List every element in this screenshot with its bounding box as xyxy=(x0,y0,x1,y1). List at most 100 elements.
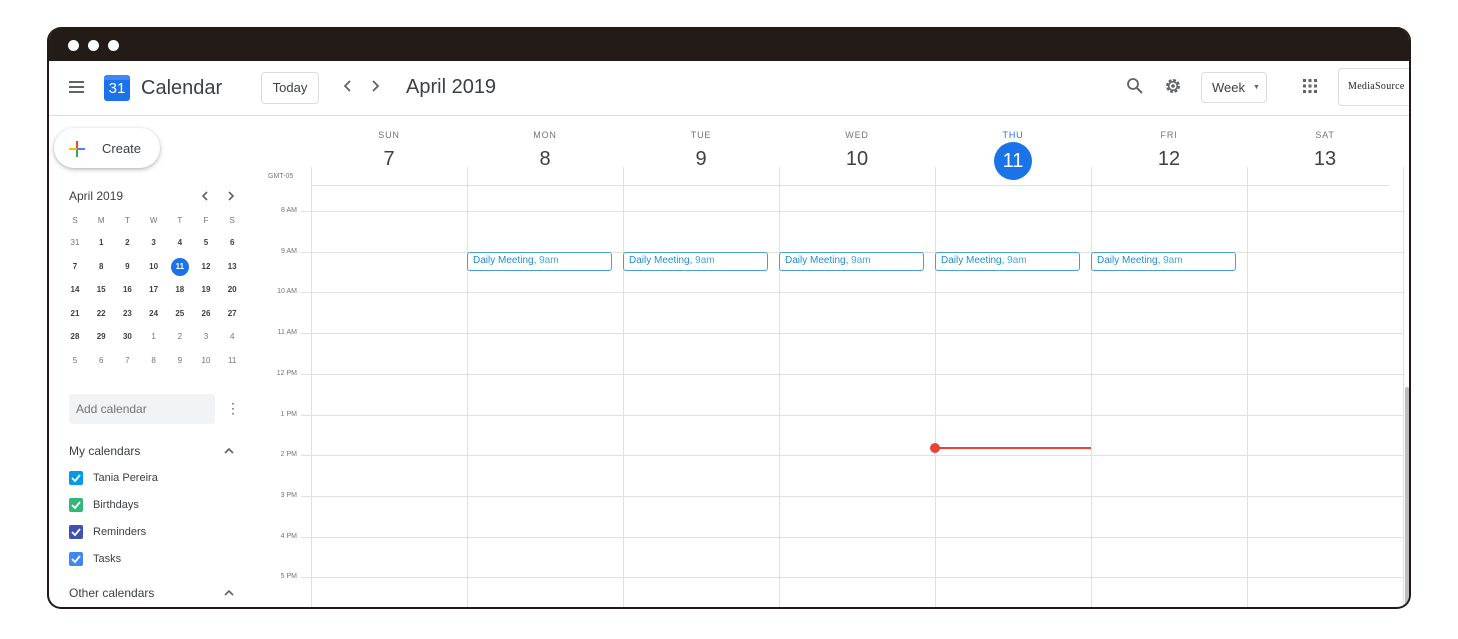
day-number[interactable]: 8 xyxy=(467,148,623,171)
mini-calendar-day[interactable]: 10 xyxy=(145,258,163,276)
hour-gridline xyxy=(301,373,1403,375)
mini-weekday-header: F xyxy=(203,216,209,225)
mini-calendar-day[interactable]: 22 xyxy=(92,305,110,323)
view-selector-dropdown[interactable]: Week ▼ xyxy=(1201,72,1267,103)
mini-calendar-day[interactable]: 6 xyxy=(223,234,241,252)
event-daily-meeting[interactable]: Daily Meeting, 9am xyxy=(935,252,1080,271)
mini-next-month-icon[interactable] xyxy=(226,189,236,208)
event-daily-meeting[interactable]: Daily Meeting, 9am xyxy=(623,252,768,271)
mini-calendar-day[interactable]: 2 xyxy=(171,328,189,346)
mini-calendar-day[interactable]: 14 xyxy=(66,281,84,299)
day-number[interactable]: 12 xyxy=(1091,148,1247,171)
mini-weekday-header: T xyxy=(124,216,130,225)
today-button[interactable]: Today xyxy=(261,72,319,104)
mini-calendar-day[interactable]: 11 xyxy=(170,257,189,276)
calendar-checkbox[interactable] xyxy=(69,498,83,512)
mini-calendar-day[interactable]: 5 xyxy=(66,352,84,370)
today-date-badge[interactable]: 11 xyxy=(994,142,1032,180)
mini-calendar-day[interactable]: 7 xyxy=(66,258,84,276)
hour-label: 5 PM xyxy=(280,573,297,581)
day-number[interactable]: 9 xyxy=(623,148,779,171)
mini-calendar-day[interactable]: 7 xyxy=(118,352,136,370)
mini-calendar-day[interactable]: 31 xyxy=(66,234,84,252)
other-calendars-heading[interactable]: Other calendars xyxy=(69,586,154,600)
collapse-my-calendars-icon[interactable] xyxy=(223,444,235,462)
mini-weekday-header: M xyxy=(97,216,105,225)
mini-calendar-day[interactable]: 12 xyxy=(197,258,215,276)
hour-label: 10 AM xyxy=(277,288,297,296)
search-icon[interactable] xyxy=(1126,77,1144,100)
mini-calendar-day[interactable]: 17 xyxy=(145,281,163,299)
current-time-line xyxy=(935,447,1091,449)
mini-calendar-day[interactable]: 4 xyxy=(171,234,189,252)
mini-calendar-day[interactable]: 18 xyxy=(171,281,189,299)
mini-prev-month-icon[interactable] xyxy=(200,189,210,208)
mini-calendar-day[interactable]: 9 xyxy=(171,352,189,370)
window-titlebar xyxy=(49,27,1409,61)
mini-calendar-day[interactable]: 3 xyxy=(197,328,215,346)
more-options-icon[interactable]: ⋮ xyxy=(226,401,240,415)
account-brand-badge[interactable]: MediaSource xyxy=(1338,68,1409,106)
add-calendar-input[interactable]: Add calendar xyxy=(69,394,215,424)
mini-calendar-day[interactable]: 25 xyxy=(171,305,189,323)
window-dot-maximize[interactable] xyxy=(108,40,119,51)
mini-calendar-day[interactable]: 19 xyxy=(197,281,215,299)
hour-gridline xyxy=(301,333,1403,335)
my-calendars-heading[interactable]: My calendars xyxy=(69,444,140,458)
hour-label: 12 PM xyxy=(276,369,297,377)
mini-calendar-day[interactable]: 15 xyxy=(92,281,110,299)
day-column-divider xyxy=(467,167,468,607)
mini-calendar-day[interactable]: 13 xyxy=(223,258,241,276)
mini-calendar-day[interactable]: 24 xyxy=(145,305,163,323)
prev-period-icon[interactable] xyxy=(342,75,354,102)
mini-calendar-day[interactable]: 9 xyxy=(118,258,136,276)
event-daily-meeting[interactable]: Daily Meeting, 9am xyxy=(467,252,612,271)
apps-grid-icon[interactable] xyxy=(1302,78,1318,99)
mini-calendar-day[interactable]: 21 xyxy=(66,305,84,323)
calendar-checkbox[interactable] xyxy=(69,525,83,539)
event-time: 9am xyxy=(1007,255,1027,266)
main-menu-icon[interactable] xyxy=(69,78,84,96)
mini-calendar-day[interactable]: 3 xyxy=(145,234,163,252)
mini-calendar-day[interactable]: 20 xyxy=(223,281,241,299)
mini-calendar-day[interactable]: 4 xyxy=(223,328,241,346)
mini-calendar-day[interactable]: 2 xyxy=(118,234,136,252)
event-time: 9am xyxy=(1163,255,1183,266)
mini-calendar-day[interactable]: 8 xyxy=(92,258,110,276)
mini-calendar-day[interactable]: 11 xyxy=(223,352,241,370)
mini-calendar-day[interactable]: 29 xyxy=(92,328,110,346)
calendar-checkbox[interactable] xyxy=(69,552,83,566)
mini-calendar-day[interactable]: 16 xyxy=(118,281,136,299)
mini-calendar-day[interactable]: 1 xyxy=(145,328,163,346)
create-button[interactable]: Create xyxy=(54,128,160,168)
calendar-label: Tasks xyxy=(93,553,122,565)
mini-calendar-day[interactable]: 10 xyxy=(197,352,215,370)
day-of-week-label: SUN xyxy=(378,130,400,140)
day-number[interactable]: 13 xyxy=(1247,148,1403,171)
vertical-scrollbar[interactable] xyxy=(1405,387,1409,607)
day-of-week-label: FRI xyxy=(1160,130,1178,140)
event-daily-meeting[interactable]: Daily Meeting, 9am xyxy=(779,252,924,271)
window-dot-close[interactable] xyxy=(68,40,79,51)
day-number[interactable]: 10 xyxy=(779,148,935,171)
next-period-icon[interactable] xyxy=(369,75,381,102)
settings-gear-icon[interactable] xyxy=(1163,76,1183,101)
mini-calendar-day[interactable]: 26 xyxy=(197,305,215,323)
mini-weekday-header: S xyxy=(72,216,78,225)
hour-label: 3 PM xyxy=(280,491,297,499)
day-column-divider xyxy=(311,167,312,607)
mini-calendar-day[interactable]: 6 xyxy=(92,352,110,370)
mini-calendar-day[interactable]: 8 xyxy=(145,352,163,370)
day-of-week-label: MON xyxy=(533,130,557,140)
window-dot-minimize[interactable] xyxy=(88,40,99,51)
mini-calendar-day[interactable]: 1 xyxy=(92,234,110,252)
calendar-checkbox[interactable] xyxy=(69,471,83,485)
mini-calendar-day[interactable]: 30 xyxy=(118,328,136,346)
day-number[interactable]: 7 xyxy=(311,148,467,171)
event-daily-meeting[interactable]: Daily Meeting, 9am xyxy=(1091,252,1236,271)
mini-calendar-day[interactable]: 27 xyxy=(223,305,241,323)
mini-calendar-day[interactable]: 5 xyxy=(197,234,215,252)
mini-calendar-day[interactable]: 28 xyxy=(66,328,84,346)
mini-calendar-day[interactable]: 23 xyxy=(118,305,136,323)
collapse-other-calendars-icon[interactable] xyxy=(223,586,235,604)
